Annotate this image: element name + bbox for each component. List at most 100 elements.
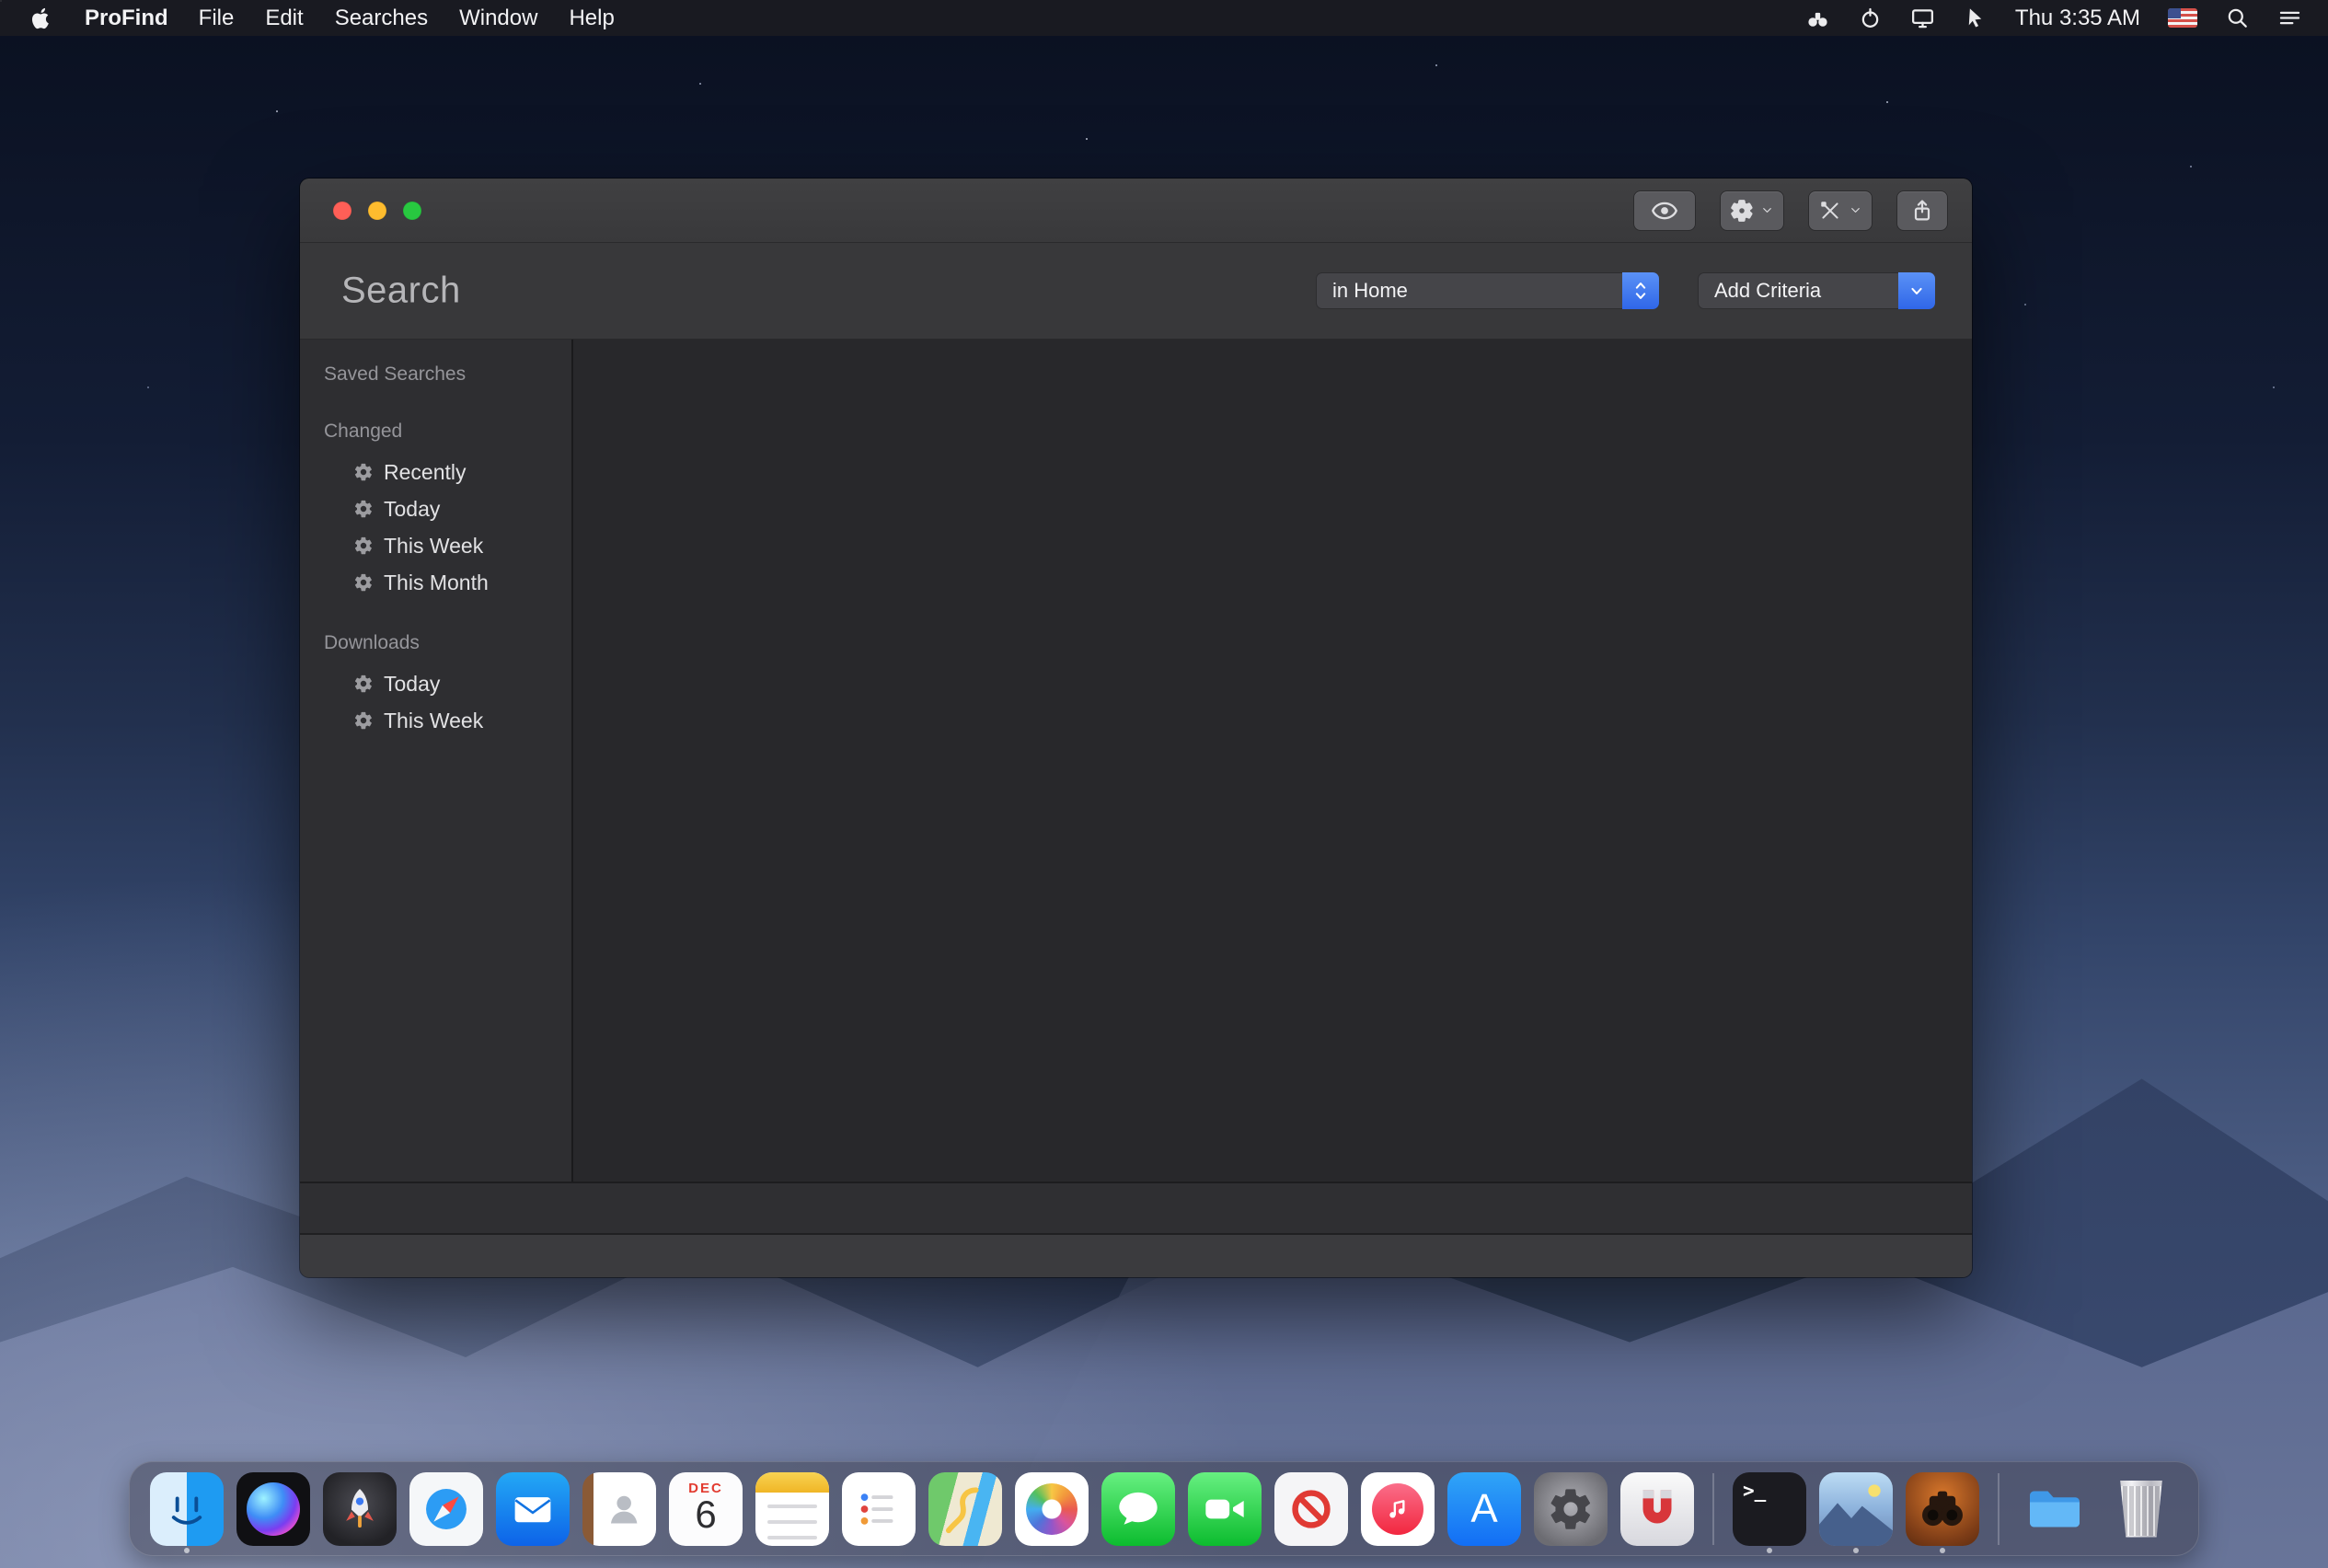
menu-edit[interactable]: Edit (249, 0, 318, 36)
results-footer-strip (300, 1182, 1972, 1233)
profind-binoculars-icon (1906, 1472, 1979, 1546)
dock-icon-siri[interactable] (236, 1461, 310, 1556)
minimize-button[interactable] (368, 202, 386, 220)
profind-window: Search in Home Add Criteria Saved Search… (300, 179, 1972, 1277)
dock-icon-app-store[interactable]: A (1447, 1461, 1521, 1556)
preview-eye-button[interactable] (1633, 190, 1696, 231)
power-status-icon[interactable] (1858, 6, 1883, 30)
safari-compass-icon (409, 1472, 483, 1546)
zoom-button[interactable] (403, 202, 421, 220)
maps-icon (928, 1472, 1002, 1546)
dock-icon-system-preferences[interactable] (1534, 1461, 1608, 1556)
picture-thumbnail-icon (1819, 1472, 1893, 1546)
sidebar-section-downloads: Downloads Today This Week (324, 632, 571, 739)
gear-icon (353, 536, 374, 556)
saved-search-label: This Month (384, 571, 489, 595)
dock-icon-magnet[interactable] (1620, 1461, 1694, 1556)
saved-search-this-week-downloads[interactable]: This Week (324, 702, 571, 739)
dock-icon-contacts[interactable] (582, 1461, 656, 1556)
calendar-icon: DEC 6 (669, 1472, 743, 1546)
dock-icon-picture[interactable] (1819, 1461, 1893, 1556)
magnet-icon (1620, 1472, 1694, 1546)
gear-icon (353, 674, 374, 694)
dock-icon-profind[interactable] (1906, 1461, 1979, 1556)
folder-icon (2018, 1472, 2092, 1546)
running-indicator (1940, 1548, 1945, 1553)
music-note-icon (1361, 1472, 1435, 1546)
close-button[interactable] (333, 202, 352, 220)
gear-icon (1730, 199, 1754, 223)
dock-icon-music[interactable] (1361, 1461, 1435, 1556)
chevron-down-icon (1760, 203, 1774, 217)
display-status-icon[interactable] (1910, 6, 1935, 30)
system-preferences-gear-icon (1534, 1472, 1608, 1546)
saved-search-this-week-changed[interactable]: This Week (324, 527, 571, 564)
app-store-letter: A (1470, 1486, 1497, 1532)
input-source-flag-icon[interactable] (2168, 8, 2197, 28)
gear-icon (353, 710, 374, 731)
cursor-status-icon[interactable] (1963, 6, 1988, 30)
saved-search-today-downloads[interactable]: Today (324, 665, 571, 702)
tools-icon (1818, 199, 1842, 223)
menu-bar-status-area: Thu 3:35 AM (1805, 0, 2328, 36)
notes-icon (755, 1472, 829, 1546)
menu-app-name[interactable]: ProFind (70, 6, 183, 31)
dock-icon-prohibited[interactable] (1274, 1461, 1348, 1556)
mail-envelope-icon (496, 1472, 570, 1546)
dock-icon-trash[interactable] (2104, 1461, 2178, 1556)
spotlight-search-icon[interactable] (2225, 6, 2250, 30)
dock-icon-launchpad[interactable] (323, 1461, 397, 1556)
menu-file[interactable]: File (183, 0, 250, 36)
dock-icon-mail[interactable] (496, 1461, 570, 1556)
popup-chevron-down-icon (1898, 272, 1935, 309)
saved-search-this-month[interactable]: This Month (324, 564, 571, 601)
apple-menu[interactable] (0, 0, 70, 36)
popup-updown-icon (1622, 272, 1659, 309)
menu-searches[interactable]: Searches (319, 0, 444, 36)
siri-icon (236, 1472, 310, 1546)
saved-search-today-changed[interactable]: Today (324, 490, 571, 527)
running-indicator (1853, 1548, 1859, 1553)
share-icon (1909, 198, 1935, 224)
dock-icon-finder[interactable] (150, 1461, 224, 1556)
notification-center-icon[interactable] (2277, 6, 2302, 30)
dock-icon-safari[interactable] (409, 1461, 483, 1556)
share-button[interactable] (1896, 190, 1948, 231)
dock-icon-notes[interactable] (755, 1461, 829, 1556)
launchpad-rocket-icon (323, 1472, 397, 1546)
gear-icon (353, 572, 374, 593)
reminders-icon (842, 1472, 916, 1546)
saved-search-recently[interactable]: Recently (324, 454, 571, 490)
menu-help[interactable]: Help (553, 0, 629, 36)
search-title: Search (341, 271, 461, 312)
dock-icon-folder[interactable] (2018, 1461, 2092, 1556)
scope-popup-button[interactable]: in Home (1316, 272, 1659, 309)
scope-popup-value: in Home (1316, 279, 1408, 303)
dock-icon-terminal[interactable]: >_ (1733, 1461, 1806, 1556)
results-area[interactable] (573, 340, 1972, 1182)
dock-icon-facetime[interactable] (1188, 1461, 1262, 1556)
running-indicator (1767, 1548, 1772, 1553)
dock-icon-maps[interactable] (928, 1461, 1002, 1556)
dock-icon-reminders[interactable] (842, 1461, 916, 1556)
finder-icon (150, 1472, 224, 1546)
window-titlebar[interactable] (300, 179, 1972, 243)
toolbar-actions (1633, 179, 1948, 242)
dock-icon-photos[interactable] (1015, 1461, 1089, 1556)
traffic-lights (333, 179, 421, 242)
binoculars-status-icon[interactable] (1805, 6, 1830, 30)
menu-bar-clock[interactable]: Thu 3:35 AM (2015, 6, 2140, 31)
dock-icon-calendar[interactable]: DEC 6 (669, 1461, 743, 1556)
tools-button[interactable] (1808, 190, 1873, 231)
menu-bar: ProFind File Edit Searches Window Help T… (0, 0, 2328, 36)
dock-icon-messages[interactable] (1101, 1461, 1175, 1556)
saved-search-label: Recently (384, 460, 466, 485)
add-criteria-popup-button[interactable]: Add Criteria (1698, 272, 1935, 309)
prohibited-sign-icon (1274, 1472, 1348, 1546)
gear-icon (353, 499, 374, 519)
photos-flower-icon (1015, 1472, 1089, 1546)
actions-gear-button[interactable] (1720, 190, 1784, 231)
messages-bubble-icon (1101, 1472, 1175, 1546)
menu-window[interactable]: Window (444, 0, 553, 36)
section-header: Changed (324, 421, 571, 443)
